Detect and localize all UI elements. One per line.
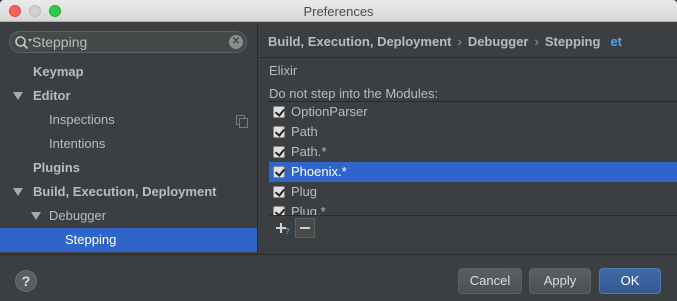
sidebar-item-stepping[interactable]: Stepping xyxy=(0,228,257,252)
module-label: Plug.* xyxy=(291,204,326,215)
module-label: Plug xyxy=(291,184,318,199)
module-list[interactable]: OptionParser Path Path.* Phoenix.* Plug … xyxy=(269,101,677,215)
sidebar-item-inspections[interactable]: Inspections xyxy=(0,108,257,132)
module-checkbox[interactable] xyxy=(273,146,285,158)
sidebar-item-label: Stepping xyxy=(65,232,117,247)
divider xyxy=(259,57,677,58)
module-checkbox[interactable] xyxy=(273,206,285,215)
expand-arrow-icon[interactable] xyxy=(13,188,23,196)
sidebar-item-label: Inspections xyxy=(49,112,115,127)
module-label: Path xyxy=(291,124,318,139)
minus-icon xyxy=(300,227,310,229)
sidebar-item-build-execution-deployment[interactable]: Build, Execution, Deployment xyxy=(0,180,257,204)
sidebar-item-label: Keymap xyxy=(33,64,84,79)
list-item[interactable]: Plug.* xyxy=(269,202,677,215)
module-label: Phoenix.* xyxy=(291,164,347,179)
sidebar-item-keymap[interactable]: Keymap xyxy=(0,60,257,84)
search-field[interactable]: ✕ xyxy=(9,31,247,53)
clear-search-icon[interactable]: ✕ xyxy=(229,35,243,49)
breadcrumb-truncated-link[interactable]: et xyxy=(610,34,622,49)
breadcrumb-item: Debugger xyxy=(467,34,529,49)
add-module-button[interactable]: ? xyxy=(273,218,293,238)
breadcrumb-separator: › xyxy=(534,34,539,49)
expand-arrow-icon[interactable] xyxy=(13,92,23,100)
search-icon[interactable] xyxy=(14,35,32,51)
sidebar-item-intentions[interactable]: Intentions xyxy=(0,132,257,156)
dropdown-hint-icon: ? xyxy=(285,227,290,236)
search-input[interactable] xyxy=(32,33,222,51)
module-checkbox[interactable] xyxy=(273,126,285,138)
sidebar-item-label: Build, Execution, Deployment xyxy=(33,184,217,199)
breadcrumb-item: Build, Execution, Deployment xyxy=(268,34,452,49)
sidebar-item-plugins[interactable]: Plugins xyxy=(0,156,257,180)
title-bar: Preferences xyxy=(0,0,677,22)
module-checkbox[interactable] xyxy=(273,106,285,118)
module-label: OptionParser xyxy=(291,104,368,119)
breadcrumb: Build, Execution, Deployment › Debugger › St… xyxy=(268,34,622,49)
apply-button[interactable]: Apply xyxy=(529,268,591,294)
module-checkbox[interactable] xyxy=(273,186,285,198)
cancel-button[interactable]: Cancel xyxy=(458,268,522,294)
list-item[interactable]: OptionParser xyxy=(269,102,677,122)
remove-module-button[interactable] xyxy=(295,218,315,238)
sidebar-item-label: Editor xyxy=(33,88,71,103)
sidebar-item-label: Debugger xyxy=(49,208,107,223)
help-button[interactable]: ? xyxy=(15,270,37,292)
sidebar-item-label: Plugins xyxy=(33,160,80,175)
plus-icon-stroke xyxy=(280,223,282,233)
sidebar: ✕ Keymap Editor Inspections Intentions P… xyxy=(0,23,258,254)
sidebar-item-editor[interactable]: Editor xyxy=(0,84,257,108)
breadcrumb-item: Stepping xyxy=(544,34,601,49)
list-item[interactable]: Plug xyxy=(269,182,677,202)
module-label: Path.* xyxy=(291,144,327,159)
list-item[interactable]: Path.* xyxy=(269,142,677,162)
list-item[interactable]: Path xyxy=(269,122,677,142)
breadcrumb-separator: › xyxy=(457,34,462,49)
settings-panel: Build, Execution, Deployment › Debugger › St… xyxy=(259,23,677,254)
dialog-footer: ? Cancel Apply OK xyxy=(0,254,677,301)
module-checkbox[interactable] xyxy=(273,166,285,178)
module-list-title: Do not step into the Modules: xyxy=(269,86,439,101)
ok-button[interactable]: OK xyxy=(599,268,661,294)
list-item-selected[interactable]: Phoenix.* xyxy=(269,162,677,182)
window-title: Preferences xyxy=(303,4,374,19)
sidebar-item-debugger[interactable]: Debugger xyxy=(0,204,257,228)
section-label: Elixir xyxy=(269,63,298,78)
list-toolbar: ? xyxy=(269,215,677,239)
expand-arrow-icon[interactable] xyxy=(31,212,41,220)
project-settings-icon xyxy=(236,115,248,128)
sidebar-item-label: Intentions xyxy=(49,136,106,151)
